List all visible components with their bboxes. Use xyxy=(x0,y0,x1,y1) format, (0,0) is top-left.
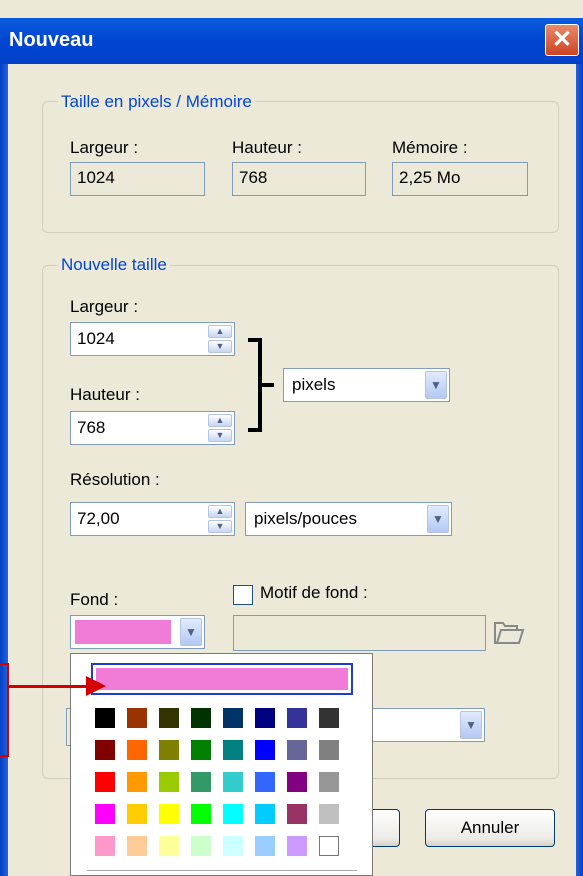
color-swatch[interactable] xyxy=(223,804,243,824)
chevron-down-icon[interactable]: ▼ xyxy=(180,618,202,646)
color-swatch[interactable] xyxy=(255,708,275,728)
color-swatch[interactable] xyxy=(191,740,211,760)
spin-up-icon[interactable]: ▲ xyxy=(208,325,232,338)
color-swatch[interactable] xyxy=(255,836,275,856)
size-unit-value: pixels xyxy=(292,375,336,394)
color-swatch[interactable] xyxy=(159,804,179,824)
width-value: 1024 xyxy=(77,329,115,348)
spin-down-icon[interactable]: ▼ xyxy=(208,340,232,353)
popup-divider xyxy=(87,870,357,871)
spin-down-icon[interactable]: ▼ xyxy=(208,429,232,442)
chevron-down-icon[interactable]: ▼ xyxy=(427,505,449,533)
color-swatch[interactable] xyxy=(95,804,115,824)
color-swatch[interactable] xyxy=(223,740,243,760)
chevron-down-icon[interactable]: ▼ xyxy=(460,711,482,739)
window-title: Nouveau xyxy=(9,29,94,51)
annotation-arrow-line xyxy=(8,685,88,688)
memory-height-field: 768 xyxy=(232,162,366,196)
pattern-label: Motif de fond : xyxy=(260,583,368,602)
width-label: Largeur : xyxy=(70,297,139,316)
color-swatch[interactable] xyxy=(191,772,211,792)
link-bracket-tick xyxy=(262,383,274,387)
height-value: 768 xyxy=(77,418,106,437)
color-swatch[interactable] xyxy=(319,772,339,792)
title-bar[interactable]: Nouveau xyxy=(0,18,583,64)
background-label: Fond : xyxy=(70,590,119,609)
color-swatch[interactable] xyxy=(287,708,307,728)
new-size-group-legend: Nouvelle taille xyxy=(58,255,170,275)
cancel-button[interactable]: Annuler xyxy=(425,809,555,847)
spin-up-icon[interactable]: ▲ xyxy=(208,505,232,518)
selected-color-fill xyxy=(96,668,348,690)
color-swatch[interactable] xyxy=(223,772,243,792)
resolution-unit-select[interactable]: pixels/pouces ▼ xyxy=(245,502,452,536)
hidden-select[interactable]: ▼ xyxy=(355,708,485,742)
color-swatch[interactable] xyxy=(287,804,307,824)
memory-height-label: Hauteur : xyxy=(232,138,302,157)
color-swatch[interactable] xyxy=(319,804,339,824)
pattern-checkbox[interactable] xyxy=(233,585,253,605)
height-spinner[interactable]: ▲ ▼ xyxy=(208,414,232,442)
annotation-callout-box xyxy=(0,663,9,757)
color-swatch[interactable] xyxy=(159,708,179,728)
color-swatch[interactable] xyxy=(319,740,339,760)
color-swatch[interactable] xyxy=(223,836,243,856)
color-swatch[interactable] xyxy=(127,772,147,792)
color-swatch[interactable] xyxy=(95,740,115,760)
width-spinner[interactable]: ▲ ▼ xyxy=(208,325,232,353)
color-swatch[interactable] xyxy=(127,804,147,824)
memory-width-label: Largeur : xyxy=(70,138,139,157)
color-swatch[interactable] xyxy=(191,708,211,728)
color-swatch[interactable] xyxy=(95,772,115,792)
height-input[interactable]: 768 ▲ ▼ xyxy=(70,411,235,445)
color-swatch[interactable] xyxy=(319,836,339,856)
height-label: Hauteur : xyxy=(70,385,140,404)
annotation-arrow-icon xyxy=(86,676,106,696)
resolution-input[interactable]: 72,00 ▲ ▼ xyxy=(70,502,235,536)
color-swatch[interactable] xyxy=(95,708,115,728)
color-swatch[interactable] xyxy=(127,708,147,728)
background-color-swatch xyxy=(75,620,171,644)
resolution-unit-value: pixels/pouces xyxy=(254,509,358,528)
folder-open-icon[interactable] xyxy=(493,620,525,646)
background-color-select[interactable]: ▼ xyxy=(70,615,205,649)
window-border-right xyxy=(576,64,583,876)
color-swatch[interactable] xyxy=(255,804,275,824)
color-swatch[interactable] xyxy=(159,836,179,856)
size-unit-select[interactable]: pixels ▼ xyxy=(283,368,450,402)
color-swatch[interactable] xyxy=(255,740,275,760)
color-swatch[interactable] xyxy=(127,740,147,760)
close-button[interactable]: ✕ xyxy=(545,24,579,56)
color-swatch[interactable] xyxy=(287,772,307,792)
color-swatch[interactable] xyxy=(287,740,307,760)
selected-color-swatch[interactable] xyxy=(91,663,353,695)
color-swatch[interactable] xyxy=(255,772,275,792)
pattern-field xyxy=(233,615,486,651)
color-swatch[interactable] xyxy=(223,708,243,728)
memory-group-legend: Taille en pixels / Mémoire xyxy=(58,92,255,112)
resolution-spinner[interactable]: ▲ ▼ xyxy=(208,505,232,533)
color-swatch[interactable] xyxy=(159,740,179,760)
chevron-down-icon[interactable]: ▼ xyxy=(425,371,447,399)
resolution-value: 72,00 xyxy=(77,509,120,528)
link-bracket-icon xyxy=(248,338,262,432)
width-input[interactable]: 1024 ▲ ▼ xyxy=(70,322,235,356)
color-swatch[interactable] xyxy=(159,772,179,792)
spin-down-icon[interactable]: ▼ xyxy=(208,520,232,533)
color-picker-popup xyxy=(70,653,373,876)
close-icon: ✕ xyxy=(551,26,573,53)
color-swatch[interactable] xyxy=(287,836,307,856)
memory-size-field: 2,25 Mo xyxy=(392,162,528,196)
color-swatch[interactable] xyxy=(191,804,211,824)
color-swatch[interactable] xyxy=(95,836,115,856)
color-swatch[interactable] xyxy=(319,708,339,728)
color-swatch[interactable] xyxy=(127,836,147,856)
resolution-label: Résolution : xyxy=(70,470,160,489)
memory-size-label: Mémoire : xyxy=(392,138,468,157)
spin-up-icon[interactable]: ▲ xyxy=(208,414,232,427)
memory-width-field: 1024 xyxy=(70,162,205,196)
color-swatch[interactable] xyxy=(191,836,211,856)
